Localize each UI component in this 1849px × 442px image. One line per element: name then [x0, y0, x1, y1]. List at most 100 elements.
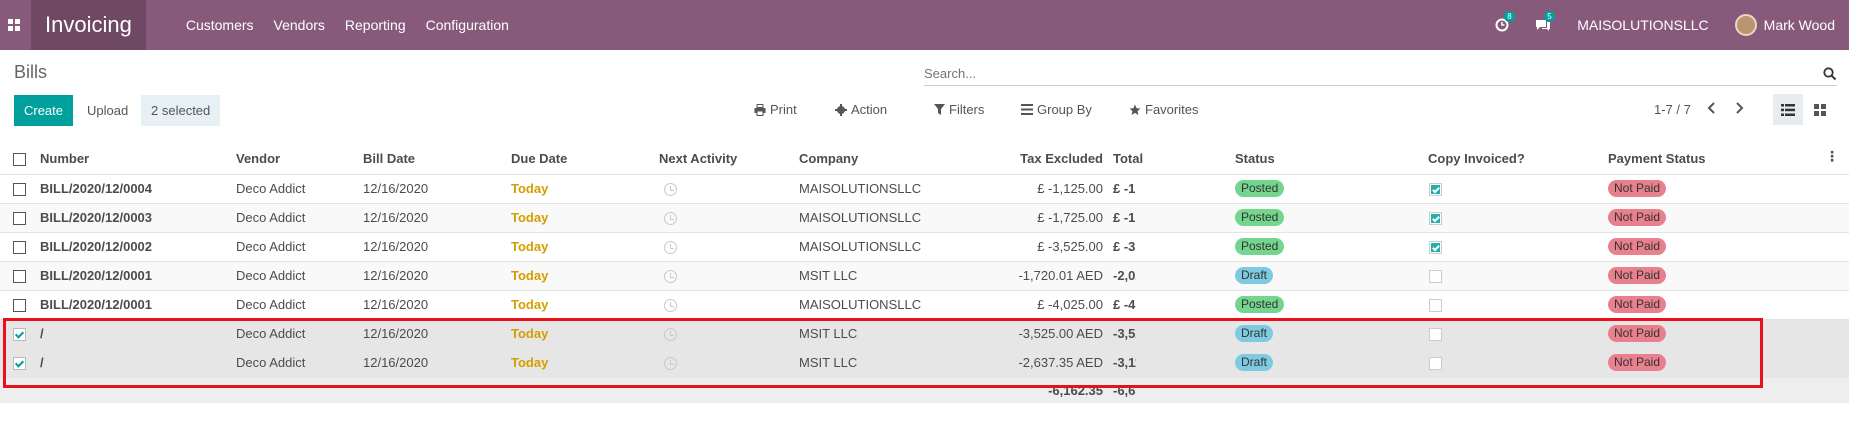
status-badge: Posted — [1235, 238, 1285, 255]
table-row[interactable]: BILL/2020/12/0004 Deco Addict 12/16/2020 To… — [0, 174, 1849, 204]
activity-clock-icon[interactable] — [664, 183, 677, 197]
payment-status-badge: Not Paid — [1608, 180, 1667, 197]
user-menu[interactable]: Mark Wood — [1764, 17, 1835, 33]
activity-clock-icon[interactable] — [664, 328, 677, 342]
print-label: Print — [770, 102, 797, 117]
column-due-date[interactable]: Due Date — [511, 143, 659, 175]
total: £ -4,025.00 — [1113, 290, 1136, 320]
menu-item-vendors[interactable]: Vendors — [264, 17, 335, 33]
column-payment-status[interactable]: Payment Status ⋮ — [1608, 143, 1849, 175]
company-switcher[interactable]: MAISOLUTIONSLLC — [1577, 17, 1708, 33]
group-by-label: Group By — [1037, 102, 1092, 117]
bill-date: 12/16/2020 — [363, 232, 511, 262]
table-row[interactable]: BILL/2020/12/0001 Deco Addict 12/16/2020 To… — [0, 290, 1849, 320]
column-copy-invoiced[interactable]: Copy Invoiced? — [1428, 143, 1608, 175]
tax-excluded: -1,720.01 AED — [958, 261, 1113, 291]
company-name: MAISOLUTIONSLLC — [799, 232, 958, 262]
copy-invoiced-checkbox — [1429, 270, 1442, 284]
column-next-activity[interactable]: Next Activity — [659, 143, 799, 175]
table-row[interactable]: / Deco Addict 12/16/2020 Today MSIT LLC -2,63… — [0, 348, 1849, 378]
kanban-view-button[interactable] — [1805, 94, 1835, 125]
list-view-button[interactable] — [1773, 94, 1803, 125]
column-number[interactable]: Number — [40, 143, 236, 175]
total: £ -3,525.00 — [1113, 232, 1136, 262]
due-date: Today — [511, 319, 659, 349]
vendor-name: Deco Addict — [236, 290, 363, 320]
activity-clock-icon[interactable] — [664, 357, 677, 371]
column-total[interactable]: Total — [1113, 143, 1143, 175]
column-status[interactable]: Status — [1235, 143, 1428, 175]
activity-clock-icon[interactable] — [664, 212, 677, 226]
top-navbar: Invoicing Customers Vendors Reporting Co… — [0, 0, 1849, 50]
favorites-label: Favorites — [1145, 102, 1199, 117]
column-bill-date[interactable]: Bill Date — [363, 143, 511, 175]
due-date: Today — [511, 203, 659, 233]
menu-item-customers[interactable]: Customers — [176, 17, 264, 33]
due-date: Today — [511, 290, 659, 320]
optional-columns-icon[interactable]: ⋮ — [1825, 149, 1839, 163]
search-input[interactable] — [924, 66, 1792, 81]
filters-label: Filters — [949, 102, 985, 117]
group-by-button[interactable]: Group By — [1021, 102, 1092, 117]
filters-button[interactable]: Filters — [934, 102, 984, 117]
column-tax-excluded[interactable]: Tax Excluded — [958, 143, 1113, 175]
vendor-name: Deco Addict — [236, 261, 363, 291]
activity-clock-icon[interactable] — [664, 299, 677, 313]
activity-button[interactable]: 8 — [1495, 11, 1515, 32]
table-header-row: Number Vendor Bill Date Due Date Next Ac… — [0, 143, 1849, 175]
row-select-checkbox[interactable] — [13, 328, 26, 342]
copy-invoiced-checkbox — [1429, 299, 1442, 313]
payment-status-badge: Not Paid — [1608, 354, 1667, 371]
row-select-checkbox[interactable] — [13, 183, 26, 197]
copy-invoiced-checkbox — [1429, 357, 1442, 371]
apps-menu-icon[interactable] — [0, 0, 28, 50]
table-row[interactable]: / Deco Addict 12/16/2020 Today MSIT LLC -3,52… — [0, 319, 1849, 349]
menu-item-configuration[interactable]: Configuration — [416, 17, 519, 33]
total-tax-excluded: -6,162.35 — [958, 377, 1113, 403]
messages-button[interactable]: 5 — [1535, 11, 1555, 32]
activity-clock-icon[interactable] — [664, 241, 677, 255]
table-row[interactable]: BILL/2020/12/0003 Deco Addict 12/16/2020 To… — [0, 203, 1849, 233]
payment-status-badge: Not Paid — [1608, 296, 1667, 313]
table-row[interactable]: BILL/2020/12/0001 Deco Addict 12/16/2020 To… — [0, 261, 1849, 291]
row-select-checkbox[interactable] — [13, 241, 26, 255]
column-vendor[interactable]: Vendor — [236, 143, 363, 175]
tax-excluded: £ -1,125.00 — [958, 174, 1113, 204]
bill-date: 12/16/2020 — [363, 290, 511, 320]
row-select-checkbox[interactable] — [13, 357, 26, 371]
create-button[interactable]: Create — [14, 95, 73, 126]
table-row[interactable]: BILL/2020/12/0002 Deco Addict 12/16/2020 To… — [0, 232, 1849, 262]
vendor-name: Deco Addict — [236, 232, 363, 262]
due-date: Today — [511, 261, 659, 291]
favorites-button[interactable]: Favorites — [1129, 102, 1198, 117]
status-badge: Draft — [1235, 267, 1274, 284]
app-title[interactable]: Invoicing — [31, 0, 146, 50]
column-company[interactable]: Company — [799, 143, 958, 175]
row-select-checkbox[interactable] — [13, 212, 26, 226]
upload-button[interactable]: Upload — [80, 95, 135, 126]
menu-item-reporting[interactable]: Reporting — [335, 17, 416, 33]
bill-number: BILL/2020/12/0004 — [40, 174, 236, 204]
user-avatar[interactable] — [1734, 14, 1757, 36]
pager-value[interactable]: 1-7 / 7 — [1654, 102, 1691, 117]
print-button[interactable]: Print — [754, 102, 797, 117]
row-select-checkbox[interactable] — [13, 270, 26, 284]
totals-row: -6,162.35 -6,637.07 — [0, 377, 1849, 403]
bars-icon — [1021, 104, 1033, 115]
search-icon[interactable] — [1823, 66, 1837, 81]
row-select-checkbox[interactable] — [13, 299, 26, 313]
action-button[interactable]: Action — [835, 102, 887, 117]
company-name: MAISOLUTIONSLLC — [799, 290, 958, 320]
bill-number: / — [40, 319, 236, 349]
print-icon — [754, 103, 766, 116]
activity-clock-icon[interactable] — [664, 270, 677, 284]
select-all-checkbox[interactable] — [13, 152, 26, 166]
star-icon — [1129, 104, 1141, 115]
due-date: Today — [511, 174, 659, 204]
main-menu: Customers Vendors Reporting Configuratio… — [176, 17, 519, 33]
copy-invoiced-checkbox — [1429, 241, 1442, 255]
due-date: Today — [511, 232, 659, 262]
selection-count: 2 selected — [141, 95, 221, 126]
pager-next-button[interactable] — [1735, 101, 1744, 117]
pager-previous-button[interactable] — [1707, 101, 1716, 117]
